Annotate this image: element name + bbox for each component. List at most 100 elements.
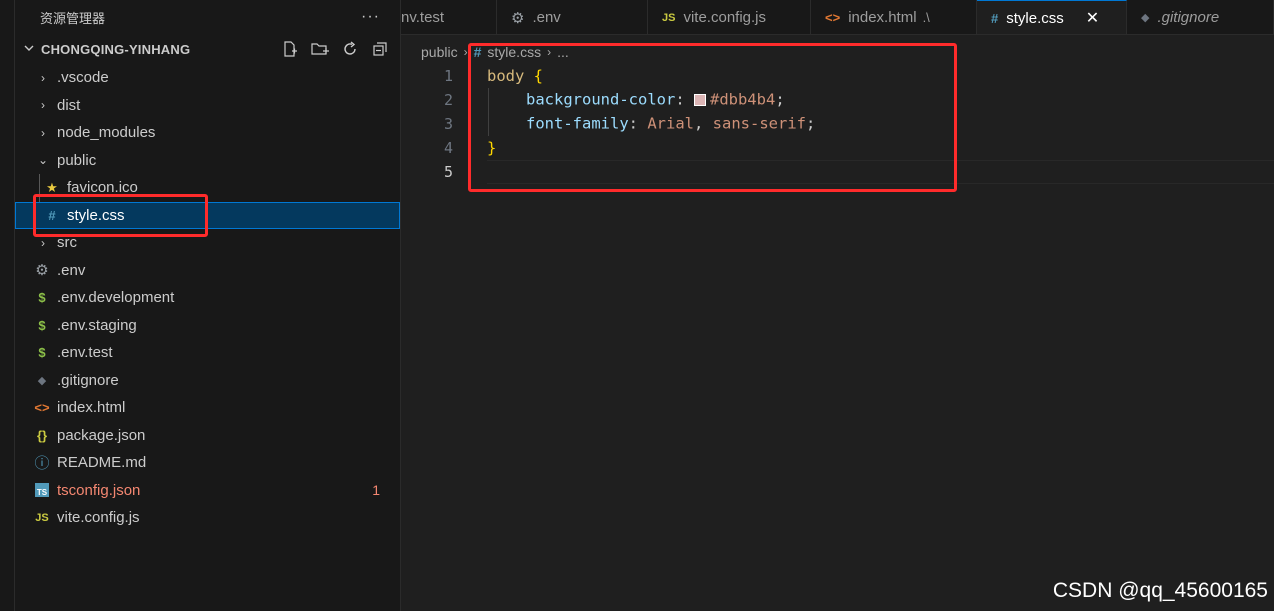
code-line-current: 5 [401, 160, 1274, 184]
css-property: background-color [526, 90, 676, 109]
refresh-icon[interactable] [340, 39, 360, 59]
more-actions-icon[interactable]: ··· [361, 8, 380, 26]
close-icon[interactable]: ✕ [1086, 8, 1099, 28]
tree-folder-public[interactable]: ⌄ public [15, 147, 400, 175]
html-icon: <> [34, 400, 50, 416]
activity-bar-edge [0, 0, 15, 611]
tab-label: nv.test [401, 9, 445, 26]
css-value: Arial [647, 114, 694, 133]
breadcrumb: public › # style.css › ... [401, 40, 569, 64]
css-value: #dbb4b4 [709, 90, 776, 109]
tab-env[interactable]: ⚙ .env [497, 0, 648, 34]
color-swatch[interactable] [693, 93, 706, 106]
css-value: sans-serif [712, 114, 806, 133]
tree-item-label: .vscode [57, 69, 109, 87]
tree-file-style-css[interactable]: # style.css [15, 201, 400, 229]
tab-env-test[interactable]: nv.test [401, 0, 497, 34]
tab-vite-config[interactable]: JS vite.config.js [648, 0, 811, 34]
tree-item-label: .env.test [57, 344, 113, 362]
dollar-icon: $ [38, 317, 46, 333]
tree-item-label: dist [57, 96, 81, 114]
tree-folder-vscode[interactable]: › .vscode [15, 64, 400, 92]
ts-icon: TS [35, 483, 49, 498]
tree-item-label: .gitignore [57, 371, 119, 389]
tree-file-env-development[interactable]: $ .env.development [15, 284, 400, 312]
tree-file-package-json[interactable]: {} package.json [15, 422, 400, 450]
tree-file-env[interactable]: ⚙ .env [15, 257, 400, 285]
chevron-down-icon: ⌄ [37, 153, 49, 168]
tree-item-label: public [57, 151, 97, 169]
chevron-right-icon: › [41, 125, 45, 140]
tab-gitignore[interactable]: ◆ .gitignore [1127, 0, 1274, 34]
hash-icon: # [48, 207, 56, 223]
tab-path-hint: .\ [922, 10, 930, 25]
tree-item-label: vite.config.js [57, 509, 140, 527]
chevron-right-icon: › [41, 235, 45, 250]
star-icon: ★ [46, 179, 58, 195]
hash-icon: # [991, 10, 999, 26]
tree-item-label: index.html [57, 399, 126, 417]
new-folder-icon[interactable] [310, 39, 330, 59]
tab-label: .gitignore [1157, 9, 1220, 26]
tree-file-env-staging[interactable]: $ .env.staging [15, 312, 400, 340]
collapse-all-icon[interactable] [370, 39, 390, 59]
tree-file-env-test[interactable]: $ .env.test [15, 339, 400, 367]
git-icon: ◆ [37, 374, 47, 387]
chevron-right-icon: › [547, 45, 552, 59]
tree-item-label: src [57, 234, 77, 252]
js-icon: JS [35, 511, 49, 524]
indent-guide [488, 88, 526, 112]
tab-label: index.html [848, 9, 917, 26]
tree-item-label: node_modules [57, 124, 156, 142]
code-line: 4 } [401, 136, 1274, 160]
chevron-down-icon [21, 42, 37, 57]
tree-folder-src[interactable]: › src [15, 229, 400, 257]
breadcrumb-file[interactable]: style.css [487, 44, 541, 60]
tree-folder-node-modules[interactable]: › node_modules [15, 119, 400, 147]
tree-item-label: README.md [57, 454, 147, 472]
tree-item-label: .env.staging [57, 316, 137, 334]
tree-item-label: package.json [57, 426, 146, 444]
project-section-header[interactable]: CHONGQING-YINHANG [15, 34, 400, 64]
explorer-actions [280, 39, 400, 59]
code-line: 3 font-family: Arial, sans-serif; [401, 112, 1274, 136]
info-icon: ⓘ [34, 455, 50, 473]
tree-file-gitignore[interactable]: ◆ .gitignore [15, 367, 400, 395]
tree-file-vite-config[interactable]: JS vite.config.js [15, 504, 400, 532]
tree-item-label: style.css [67, 206, 125, 224]
code-editor[interactable]: 1 body { 2 background-color: #dbb4b4; 3 … [401, 64, 1274, 611]
git-icon: ◆ [1141, 12, 1150, 24]
indent-guide [488, 112, 526, 136]
open-brace: { [533, 67, 544, 85]
html-icon: <> [825, 10, 841, 25]
tree-file-tsconfig[interactable]: TS tsconfig.json 1 [15, 477, 400, 505]
close-brace: } [487, 139, 497, 157]
breadcrumb-more[interactable]: ... [557, 44, 569, 60]
code-line: 1 body { [401, 64, 1274, 88]
chevron-right-icon: › [463, 45, 468, 59]
tree-file-readme[interactable]: ⓘ README.md [15, 449, 400, 477]
dollar-icon: $ [38, 345, 46, 361]
line-number: 5 [443, 163, 453, 181]
tab-style-css[interactable]: # style.css ✕ [977, 0, 1127, 34]
tree-file-favicon[interactable]: ★ favicon.ico [15, 174, 400, 202]
indent-guide [39, 174, 40, 202]
dollar-icon: $ [38, 290, 46, 306]
css-property: font-family [526, 114, 629, 133]
tree-file-index-html[interactable]: <> index.html [15, 394, 400, 422]
chevron-right-icon: › [41, 70, 45, 85]
tab-label: .env [532, 9, 561, 26]
line-number: 4 [443, 139, 453, 157]
code-line: 2 background-color: #dbb4b4; [401, 88, 1274, 112]
tree-item-label: .env [57, 261, 86, 279]
watermark: CSDN @qq_45600165 [1052, 579, 1268, 602]
chevron-right-icon: › [41, 98, 45, 113]
line-number: 2 [443, 91, 453, 109]
tab-index-html[interactable]: <> index.html .\ [811, 0, 977, 34]
current-line-highlight [487, 160, 1274, 184]
new-file-icon[interactable] [280, 39, 300, 59]
tree-folder-dist[interactable]: › dist [15, 92, 400, 120]
file-tree: › .vscode › dist › node_modules ⌄ public… [15, 64, 400, 532]
gear-icon: ⚙ [511, 9, 525, 27]
breadcrumb-folder[interactable]: public [421, 44, 458, 60]
